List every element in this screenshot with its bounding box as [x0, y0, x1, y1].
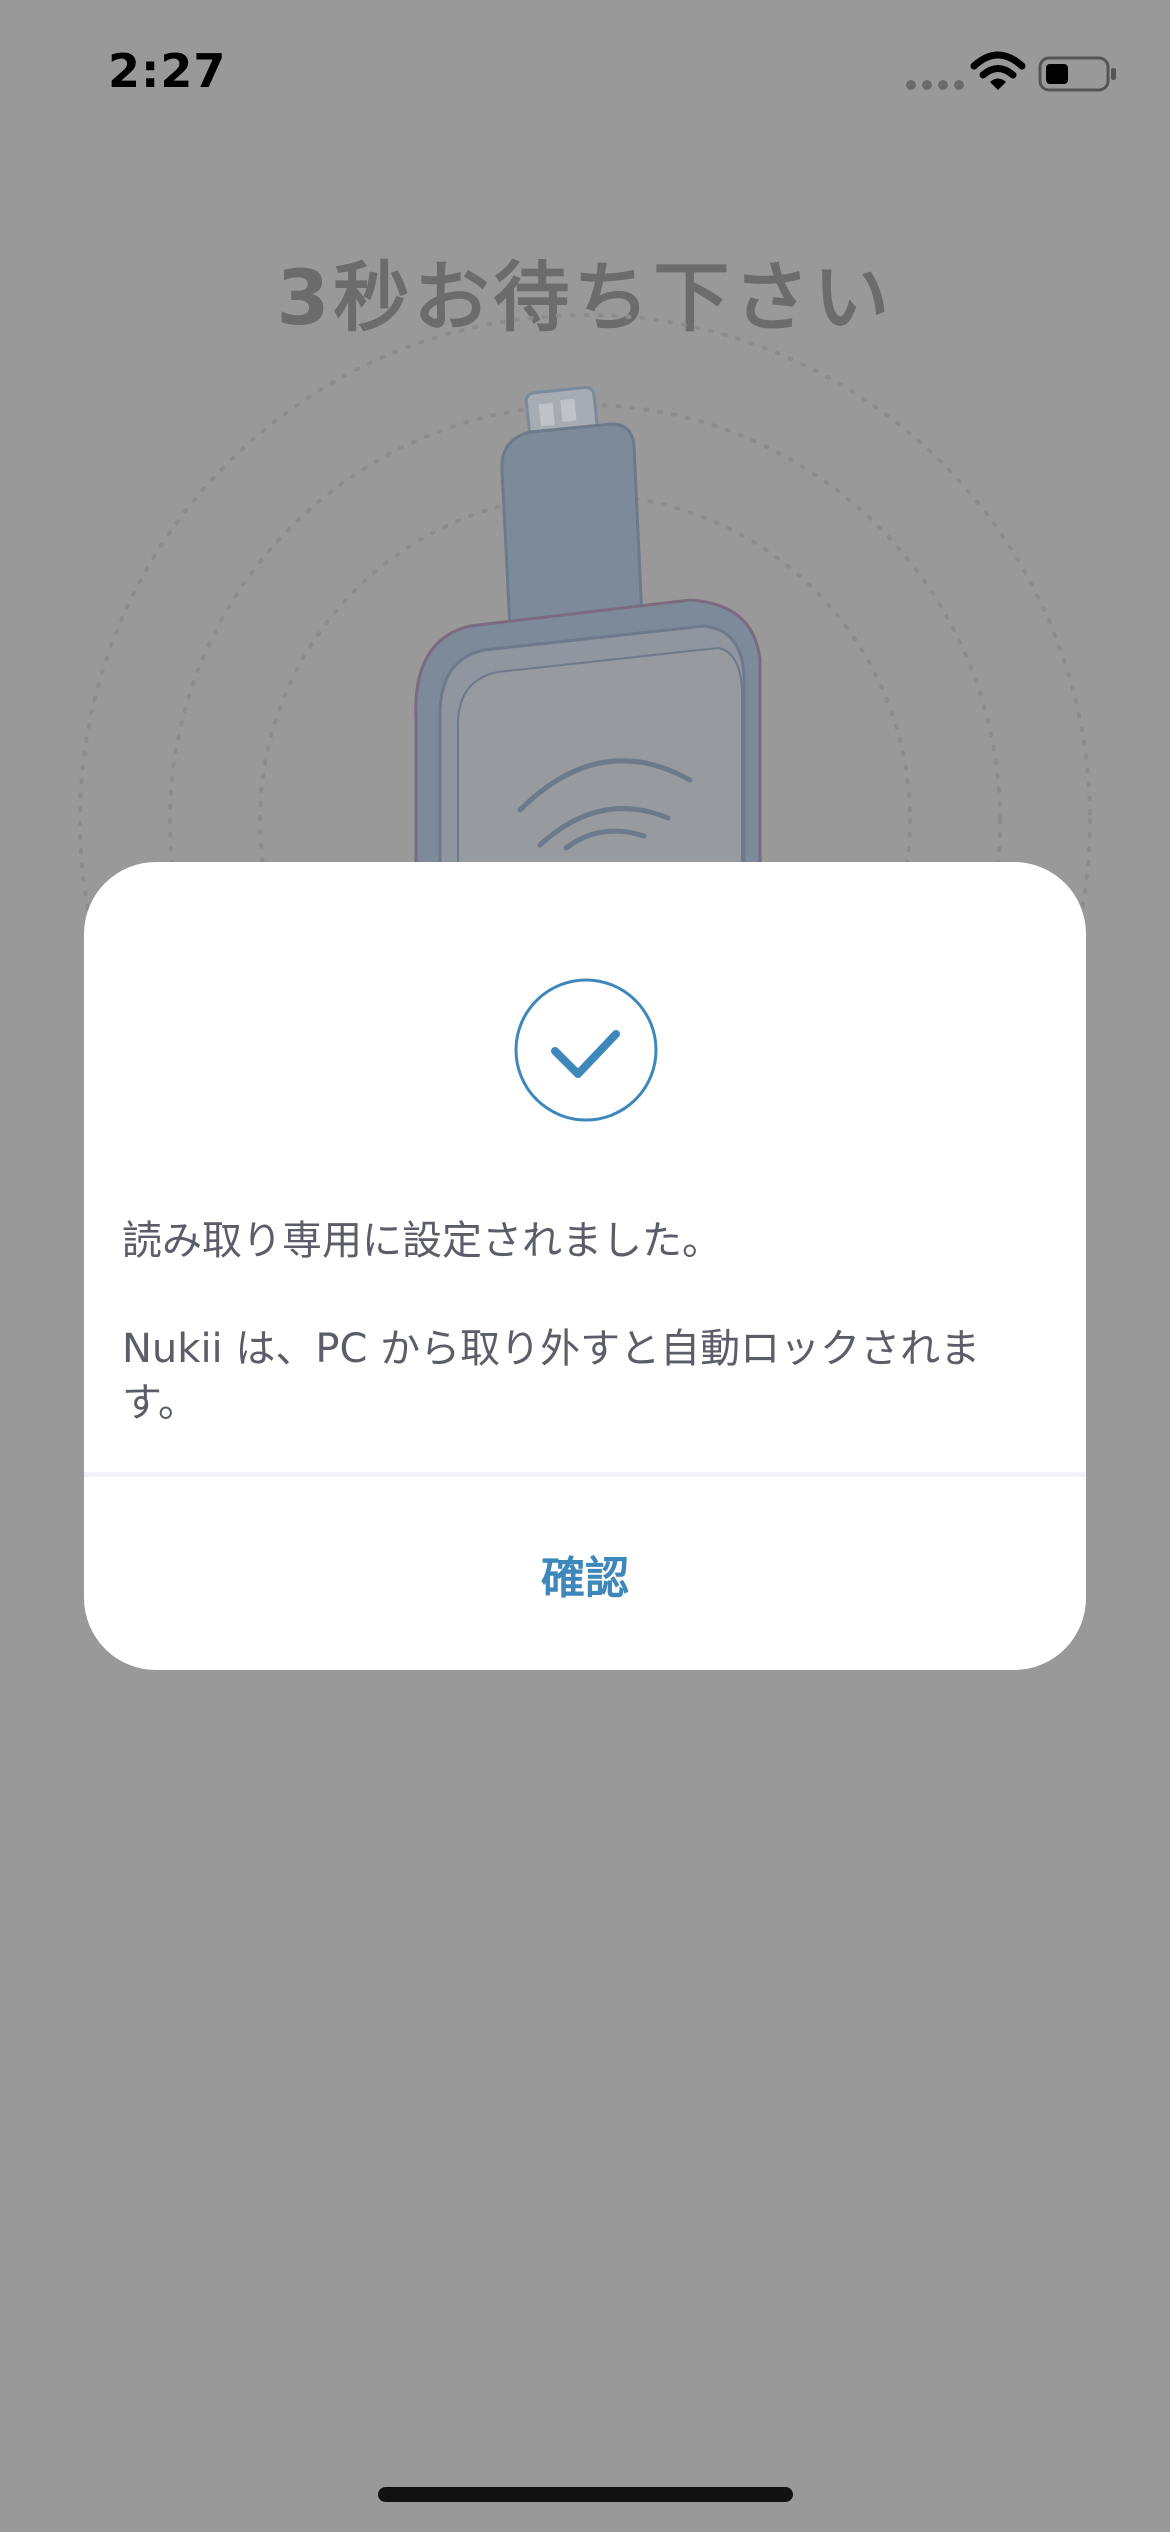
confirm-button[interactable]: 確認 — [84, 1477, 1086, 1670]
dialog-message-secondary: Nukii は、PC から取り外すと自動ロックされます。 — [122, 1326, 981, 1426]
status-bar: 2:27 — [0, 0, 1170, 140]
confirmation-dialog: 読み取り専用に設定されました。 Nukii は、PC から取り外すと自動ロックさ… — [84, 862, 1086, 1670]
wifi-icon — [970, 51, 1026, 90]
dialog-message-primary: 読み取り専用に設定されました。 — [122, 1218, 722, 1264]
status-time: 2:27 — [108, 44, 227, 98]
cellular-signal-icon — [906, 80, 964, 90]
home-indicator[interactable] — [378, 2487, 793, 2502]
check-circle-icon — [514, 978, 658, 1122]
battery-icon — [1038, 56, 1116, 92]
